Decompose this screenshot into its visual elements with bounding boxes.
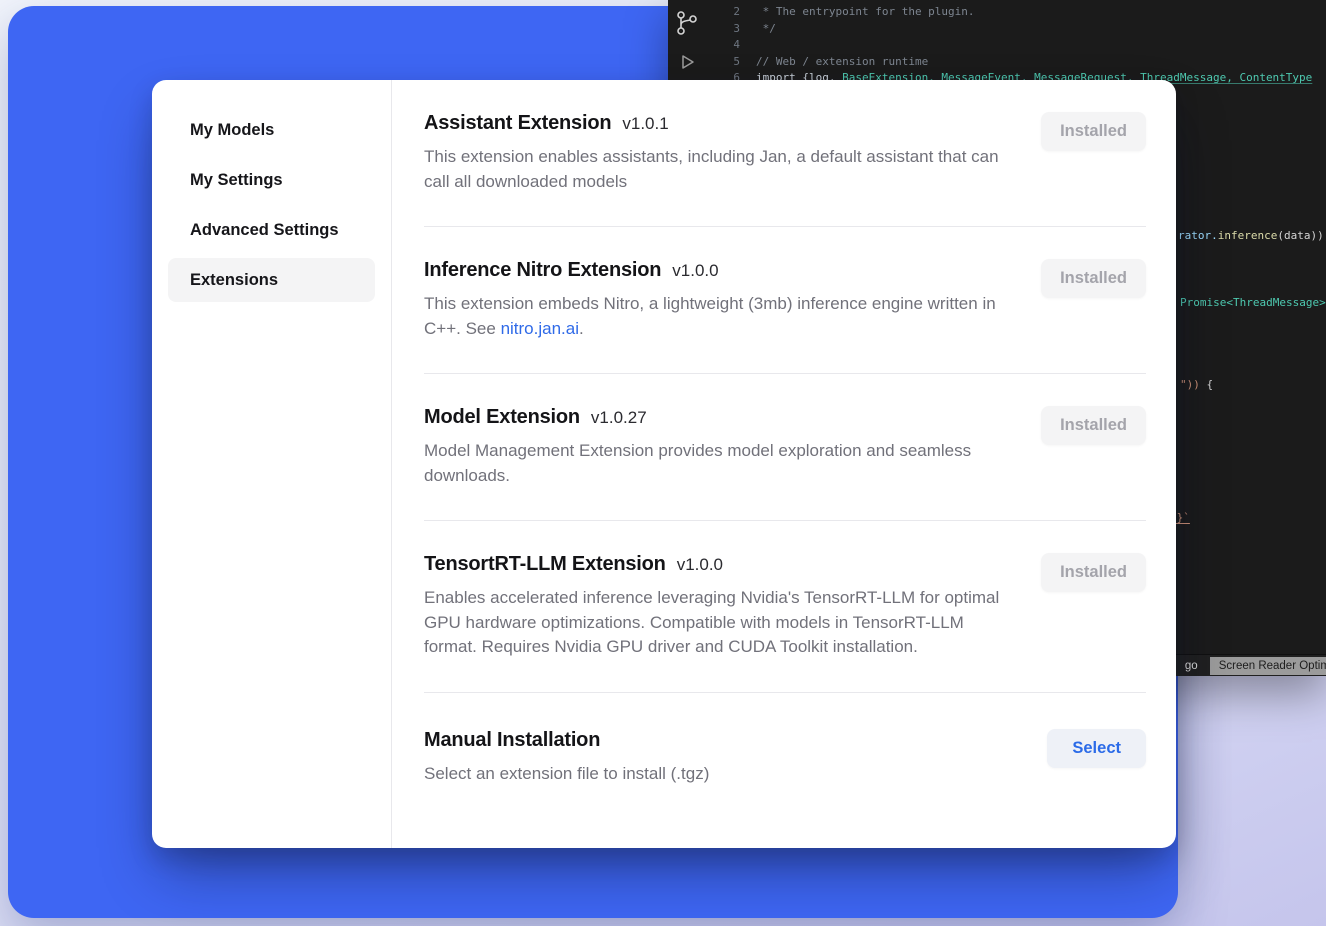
sidebar-item-my-settings[interactable]: My Settings xyxy=(168,158,375,202)
extension-version: v1.0.1 xyxy=(622,114,668,134)
manual-installation-description: Select an extension file to install (.tg… xyxy=(424,762,1009,787)
installed-button[interactable]: Installed xyxy=(1041,406,1146,445)
extension-item-model: Model Extension v1.0.27 Model Management… xyxy=(424,374,1146,521)
code-line: 4 xyxy=(706,37,1326,54)
extensions-list: Assistant Extension v1.0.1 This extensio… xyxy=(392,80,1176,848)
extension-description: This extension embeds Nitro, a lightweig… xyxy=(424,292,1009,341)
manual-installation-section: Manual Installation Select an extension … xyxy=(424,693,1146,817)
line-number: 3 xyxy=(706,21,740,38)
extension-version: v1.0.27 xyxy=(591,408,647,428)
code-line: 3 */ xyxy=(706,21,1326,38)
extension-version: v1.0.0 xyxy=(677,555,723,575)
code-area[interactable]: 2 * The entrypoint for the plugin. 3 */ … xyxy=(706,4,1326,87)
settings-sidebar: My Models My Settings Advanced Settings … xyxy=(152,80,392,848)
extension-item-nitro: Inference Nitro Extension v1.0.0 This ex… xyxy=(424,227,1146,374)
line-number: 2 xyxy=(706,4,740,21)
settings-panel: My Models My Settings Advanced Settings … xyxy=(152,80,1176,848)
extension-description: Model Management Extension provides mode… xyxy=(424,439,1009,488)
extension-description: Enables accelerated inference leveraging… xyxy=(424,586,1009,660)
status-language[interactable]: go xyxy=(1185,660,1198,672)
sidebar-item-extensions[interactable]: Extensions xyxy=(168,258,375,302)
code-fragment: Promise<ThreadMessage> xyxy=(1180,296,1326,310)
sidebar-item-advanced-settings[interactable]: Advanced Settings xyxy=(168,208,375,252)
line-number: 5 xyxy=(706,54,740,71)
code-fragment: ")) { xyxy=(1180,378,1213,392)
sidebar-item-my-models[interactable]: My Models xyxy=(168,108,375,152)
installed-button[interactable]: Installed xyxy=(1041,553,1146,592)
code-line: 5 // Web / extension runtime xyxy=(706,54,1326,71)
git-graph-icon[interactable] xyxy=(676,10,698,36)
line-number: 4 xyxy=(706,37,740,54)
extension-name: Assistant Extension xyxy=(424,112,611,135)
nitro-jan-ai-link[interactable]: nitro.jan.ai xyxy=(501,319,579,338)
select-file-button[interactable]: Select xyxy=(1047,729,1146,768)
status-screen-reader-badge[interactable]: Screen Reader Optimized xyxy=(1210,657,1326,675)
installed-button[interactable]: Installed xyxy=(1041,112,1146,151)
extension-item-assistant: Assistant Extension v1.0.1 This extensio… xyxy=(424,80,1146,227)
extension-item-tensorrt: TensortRT-LLM Extension v1.0.0 Enables a… xyxy=(424,521,1146,693)
extension-version: v1.0.0 xyxy=(672,261,718,281)
extension-name: Model Extension xyxy=(424,406,580,429)
extension-name: Inference Nitro Extension xyxy=(424,259,661,282)
code-fragment: rator.inference(data)); xyxy=(1178,229,1326,243)
editor-glyph-column xyxy=(668,4,706,87)
code-line: 2 * The entrypoint for the plugin. xyxy=(706,4,1326,21)
run-icon[interactable] xyxy=(677,52,697,72)
extension-name: TensortRT-LLM Extension xyxy=(424,553,666,576)
installed-button[interactable]: Installed xyxy=(1041,259,1146,298)
extension-description: This extension enables assistants, inclu… xyxy=(424,145,1009,194)
manual-installation-title: Manual Installation xyxy=(424,729,600,752)
